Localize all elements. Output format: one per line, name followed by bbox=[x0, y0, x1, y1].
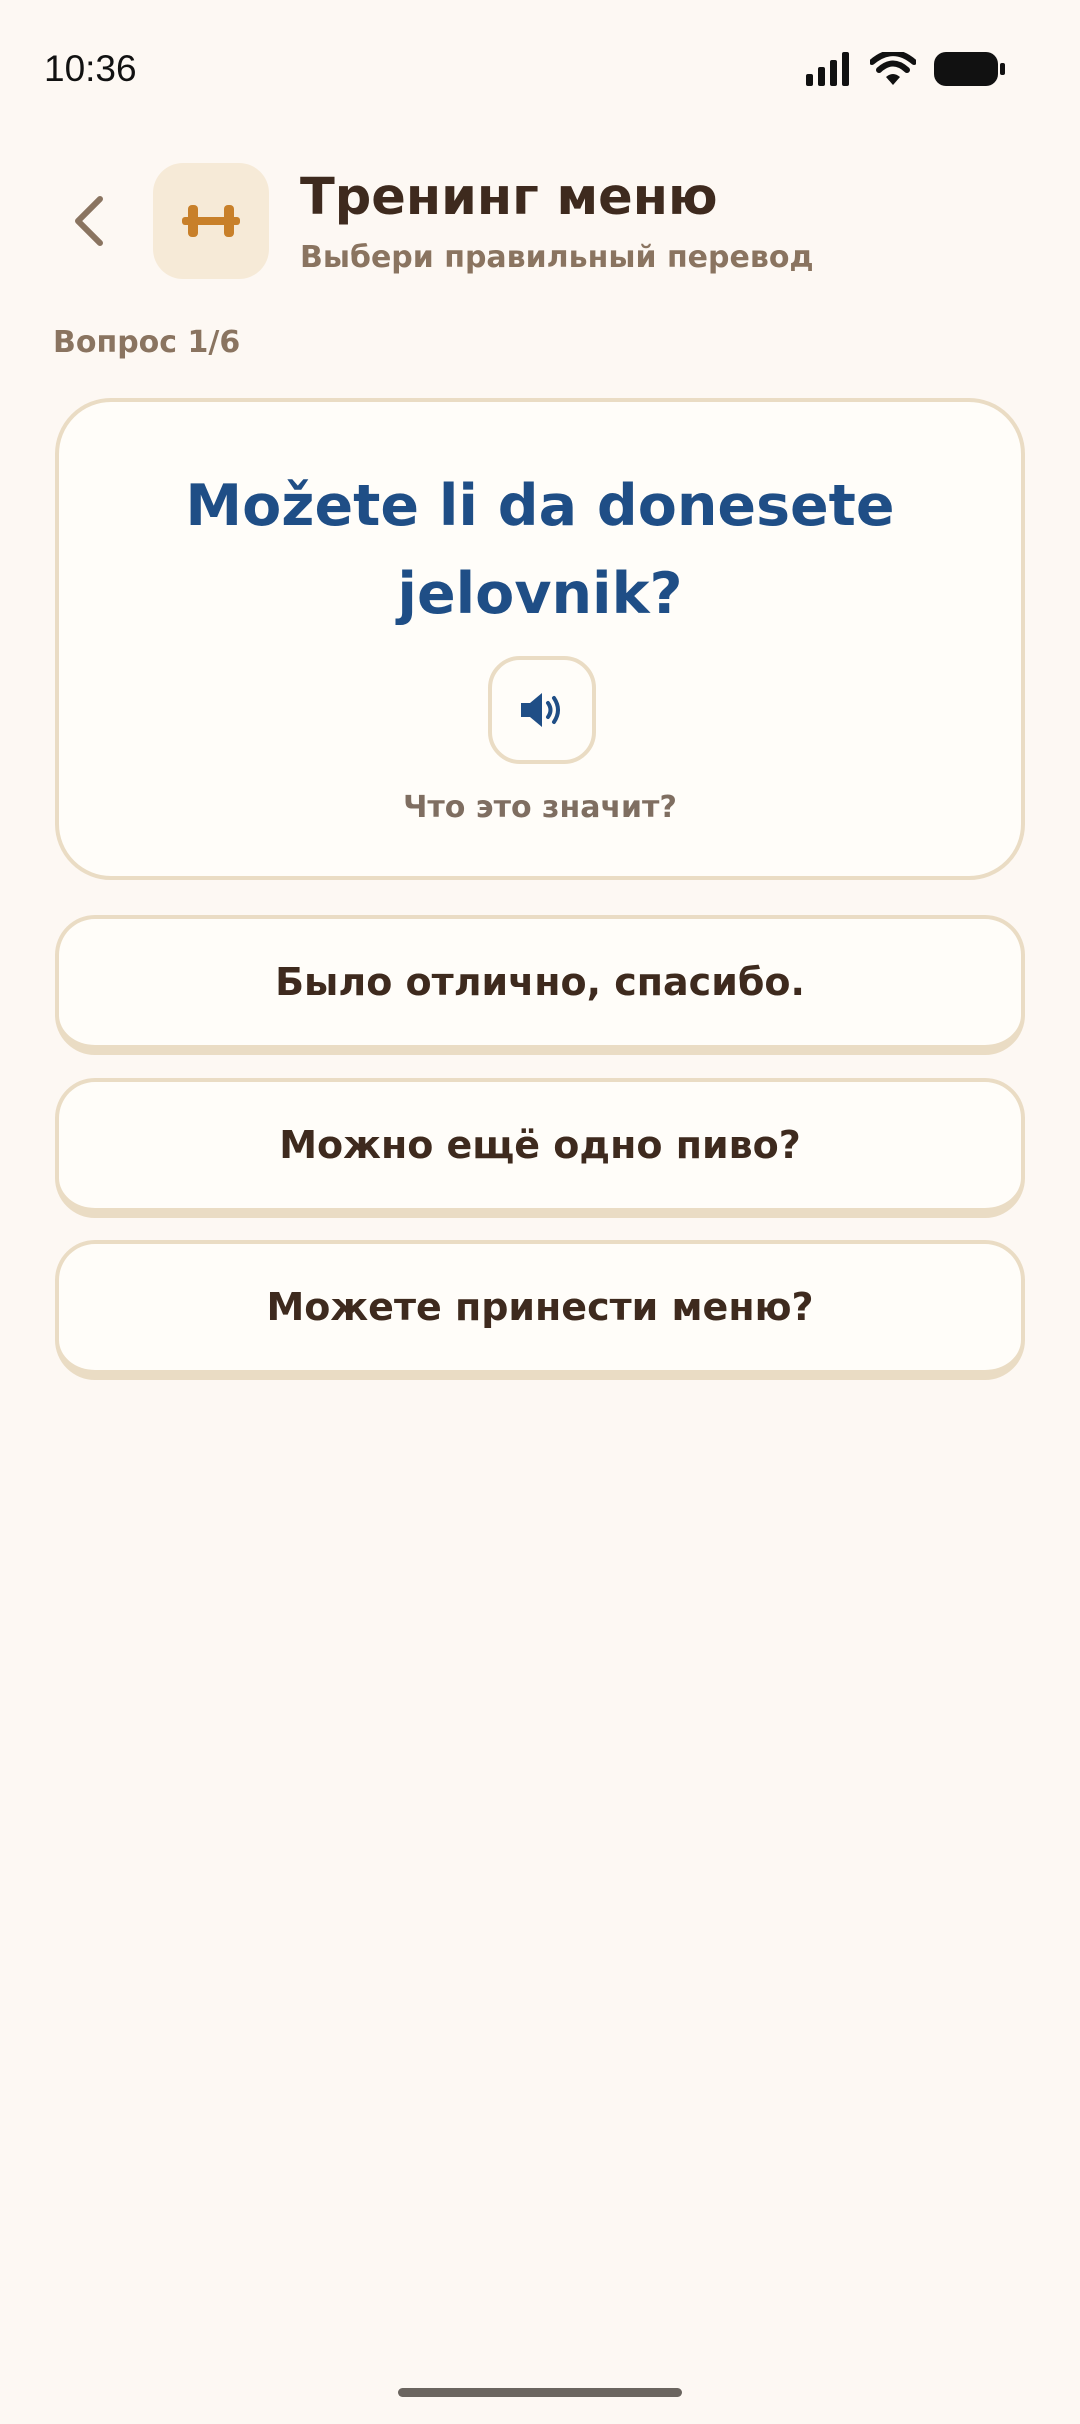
dumbbell-icon bbox=[182, 205, 240, 237]
page-subtitle: Выбери правильный перевод bbox=[300, 240, 814, 275]
status-bar: 10:36 bbox=[0, 0, 1080, 140]
question-counter: Вопрос 1/6 bbox=[53, 325, 241, 360]
question-prompt: Что это значит? bbox=[403, 790, 677, 825]
cellular-signal-icon bbox=[806, 52, 849, 86]
answer-option-2[interactable]: Можно ещё одно пиво? bbox=[55, 1078, 1025, 1218]
answer-option-1[interactable]: Было отлично, спасибо. bbox=[55, 915, 1025, 1055]
status-icons bbox=[806, 52, 1006, 86]
speaker-icon bbox=[521, 693, 560, 727]
battery-icon bbox=[934, 52, 1005, 86]
page-title: Тренинг меню bbox=[300, 168, 718, 227]
status-time: 10:36 bbox=[44, 48, 137, 89]
back-button[interactable] bbox=[60, 186, 118, 256]
chevron-left-icon bbox=[75, 196, 103, 246]
wifi-icon bbox=[870, 52, 916, 85]
question-phrase: Možete li da donesete jelovnik? bbox=[185, 473, 895, 627]
play-audio-button[interactable] bbox=[488, 656, 596, 764]
question-card: Možete li da donesete jelovnik? Что это … bbox=[55, 398, 1025, 880]
answer-option-3[interactable]: Можете принести меню? bbox=[55, 1240, 1025, 1380]
home-indicator[interactable] bbox=[398, 2388, 682, 2397]
header-icon-tile bbox=[153, 163, 269, 279]
